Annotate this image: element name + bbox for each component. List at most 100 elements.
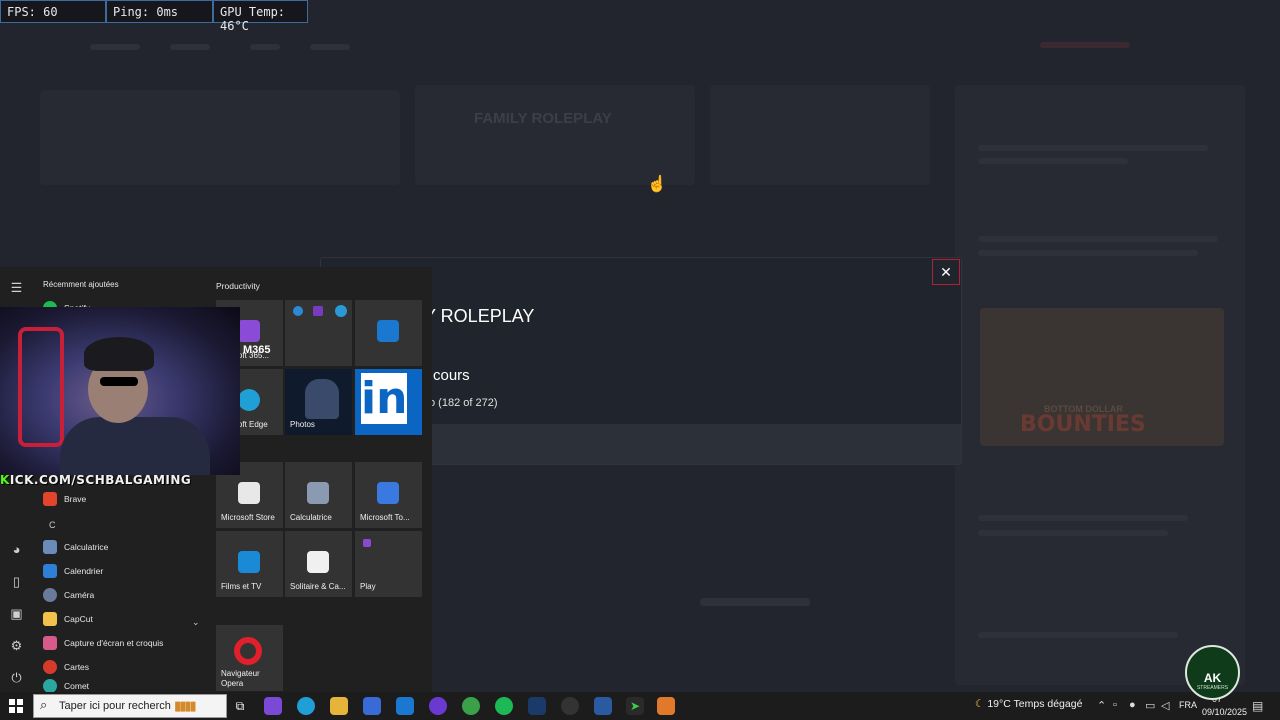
notification-icon[interactable]: ▤ bbox=[1252, 699, 1263, 713]
tile-calculatrice[interactable]: Calculatrice bbox=[285, 462, 352, 528]
modal-title: Y ROLEPLAY bbox=[424, 306, 535, 326]
bg-nav-line bbox=[310, 44, 350, 50]
windows-start-icon[interactable] bbox=[9, 699, 23, 713]
spotify-icon[interactable] bbox=[495, 697, 513, 715]
steam-icon[interactable] bbox=[528, 697, 546, 715]
edge-icon bbox=[238, 389, 260, 411]
kick-rest: ICK.COM/SCHBALGAMING bbox=[9, 473, 192, 487]
app-calendrier[interactable]: Calendrier bbox=[43, 561, 203, 581]
snipping-tool-icon bbox=[43, 636, 57, 650]
search-icon: ⌕ bbox=[40, 697, 48, 712]
tile-photos[interactable]: Photos bbox=[285, 369, 352, 435]
modal-progress-text: o (182 of 272) bbox=[429, 397, 498, 409]
webcam-person-hair bbox=[84, 337, 154, 371]
app-label: Capture d'écran et croquis bbox=[64, 638, 164, 648]
linkedin-icon: in bbox=[361, 373, 408, 424]
solitaire-icon bbox=[307, 551, 329, 573]
settings-icon[interactable]: ⚙ bbox=[8, 637, 25, 654]
webcam-person-body bbox=[60, 417, 210, 475]
app-calculatrice[interactable]: Calculatrice bbox=[43, 537, 203, 557]
gpu-temp-counter: GPU Temp: 46°C bbox=[213, 0, 308, 33]
microphone-icon[interactable]: ● bbox=[1129, 699, 1136, 711]
tile-office-group[interactable] bbox=[285, 300, 352, 366]
green-arrow-icon[interactable]: ➤ bbox=[626, 697, 644, 715]
tile-label: Microsoft Store bbox=[221, 513, 275, 522]
webcam-overlay bbox=[0, 307, 240, 475]
bg-text-line bbox=[700, 598, 810, 606]
chevron-down-icon[interactable]: ⌄ bbox=[192, 617, 200, 628]
task-view-icon[interactable]: ⧉ bbox=[231, 697, 249, 715]
bg-card-server bbox=[415, 85, 695, 185]
power-icon[interactable]: ⏻ bbox=[8, 669, 25, 686]
weather-widget[interactable]: ☾ 19°C Temps dégagé bbox=[975, 698, 1082, 710]
tray-app-icon[interactable]: ▫ bbox=[1113, 699, 1117, 711]
store-icon[interactable] bbox=[363, 697, 381, 715]
app-icon[interactable] bbox=[657, 697, 675, 715]
photo-thumbnail bbox=[305, 379, 339, 419]
edge-icon[interactable] bbox=[297, 697, 315, 715]
app-cartes[interactable]: Cartes bbox=[43, 657, 203, 677]
menu-icon[interactable]: ☰ bbox=[8, 279, 25, 296]
bg-poster-title: BOUNTIES bbox=[1020, 412, 1146, 437]
network-icon[interactable]: ▭ bbox=[1145, 699, 1155, 712]
close-button[interactable]: ✕ bbox=[932, 259, 960, 285]
bg-text-line bbox=[978, 515, 1188, 521]
taskbar-search[interactable]: ⌕ ▮▮▮▮ bbox=[33, 694, 227, 718]
gta-launcher-icon[interactable] bbox=[561, 697, 579, 715]
language-indicator[interactable]: FRA bbox=[1179, 700, 1197, 710]
calculator-icon bbox=[307, 482, 329, 504]
comet-icon bbox=[43, 679, 57, 693]
tile-solitaire[interactable]: Solitaire & Ca... bbox=[285, 531, 352, 597]
file-explorer-icon[interactable] bbox=[330, 697, 348, 715]
letter-header[interactable]: C bbox=[49, 520, 56, 530]
document-icon[interactable]: ▯ bbox=[8, 573, 25, 590]
bg-nav-line bbox=[90, 44, 140, 50]
tile-opera[interactable]: Navigateur Opera bbox=[216, 625, 283, 691]
folder-icon bbox=[43, 612, 57, 626]
tile-linkedin[interactable]: in bbox=[355, 369, 422, 435]
fps-counter: FPS: 60 bbox=[0, 0, 106, 23]
tile-outlook[interactable] bbox=[355, 300, 422, 366]
tile-todo[interactable]: Microsoft To... bbox=[355, 462, 422, 528]
tile-play[interactable]: Play bbox=[355, 531, 422, 597]
tile-label: Films et TV bbox=[221, 582, 262, 591]
tile-films[interactable]: Films et TV bbox=[216, 531, 283, 597]
chevron-up-icon[interactable]: ⌃ bbox=[1097, 699, 1106, 712]
bg-text-line bbox=[978, 530, 1168, 536]
app-capture[interactable]: Capture d'écran et croquis bbox=[43, 633, 203, 653]
chrome-icon[interactable] bbox=[462, 697, 480, 715]
volume-icon[interactable]: ◁ bbox=[1161, 699, 1169, 712]
clock-date[interactable]: 09/10/2025 bbox=[1202, 707, 1247, 717]
bg-text-line bbox=[978, 250, 1198, 256]
pictures-icon[interactable]: ▣ bbox=[8, 605, 25, 622]
app-brave[interactable]: Brave bbox=[43, 489, 203, 509]
tile-label: Microsoft To... bbox=[360, 513, 410, 522]
app-camera[interactable]: Caméra bbox=[43, 585, 203, 605]
bg-text-line bbox=[978, 236, 1218, 242]
todo-icon bbox=[377, 482, 399, 504]
messenger-icon[interactable] bbox=[429, 697, 447, 715]
ping-counter: Ping: 0ms bbox=[106, 0, 213, 23]
moon-icon: ☾ bbox=[975, 698, 985, 710]
app-label: Comet bbox=[64, 681, 90, 691]
bg-text-line bbox=[978, 145, 1208, 151]
opera-icon bbox=[234, 637, 262, 665]
maps-icon bbox=[43, 660, 57, 674]
calculator-icon bbox=[43, 540, 57, 554]
logo-text: AK bbox=[1203, 671, 1222, 685]
outlook-icon[interactable] bbox=[396, 697, 414, 715]
search-highlight-icon: ▮▮▮▮ bbox=[174, 698, 197, 713]
bg-nav-line bbox=[170, 44, 210, 50]
app-icon[interactable] bbox=[594, 697, 612, 715]
m365-icon bbox=[238, 320, 260, 342]
app-label: Brave bbox=[64, 494, 87, 504]
copilot-icon[interactable] bbox=[264, 697, 282, 715]
app-label: Caméra bbox=[64, 590, 95, 600]
weather-text: 19°C Temps dégagé bbox=[987, 698, 1083, 710]
kick-prefix: K bbox=[0, 473, 10, 487]
profile-icon[interactable]: ◕ bbox=[8, 541, 25, 558]
skype-icon bbox=[335, 305, 347, 317]
search-input[interactable] bbox=[59, 698, 171, 714]
bg-server-name: FAMILY ROLEPLAY bbox=[474, 110, 612, 127]
app-capcut[interactable]: CapCut bbox=[43, 609, 203, 629]
